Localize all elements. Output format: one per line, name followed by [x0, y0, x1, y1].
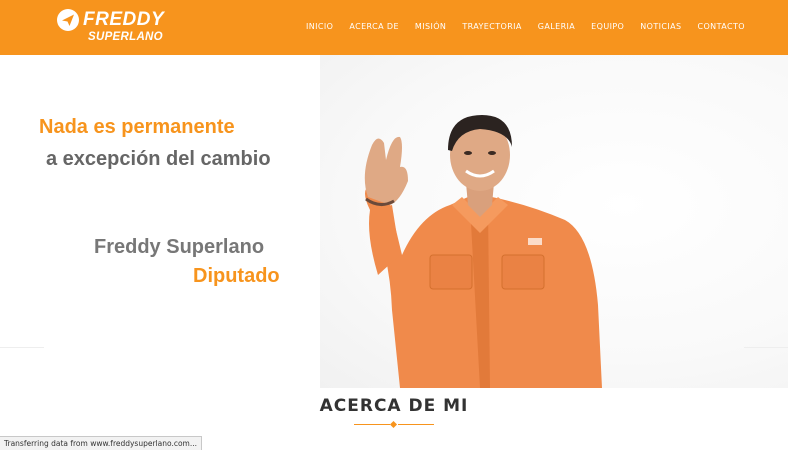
paper-plane-icon [57, 9, 79, 31]
site-logo[interactable]: FREDDY SUPERLANO [56, 8, 176, 46]
nav-item-galeria[interactable]: GALERIA [538, 22, 575, 32]
browser-status-bar: Transferring data from www.freddysuperla… [0, 436, 203, 450]
hero-name: Freddy Superlano [94, 236, 265, 258]
diamond-icon [389, 420, 398, 429]
logo-text-freddy: FREDDY [83, 9, 165, 30]
main-nav: INICIO ACERCA DE MISIÓN TRAYECTORIA GALE… [306, 22, 761, 32]
logo-text-superlano: SUPERLANO [88, 31, 163, 43]
nav-item-trayectoria[interactable]: TRAYECTORIA [462, 22, 521, 32]
nav-item-acerca-de[interactable]: ACERCA DE [349, 22, 399, 32]
section-title-about: ACERCA DE MI [319, 396, 469, 416]
nav-item-inicio[interactable]: INICIO [306, 22, 333, 32]
divider-line-right [398, 424, 434, 425]
nav-item-noticias[interactable]: NOTICIAS [640, 22, 681, 32]
divider-line-left [354, 424, 390, 425]
hero-tagline-primary: Nada es permanente [39, 116, 235, 138]
nav-item-contacto[interactable]: CONTACTO [698, 22, 745, 32]
nav-item-mision[interactable]: MISIÓN [415, 22, 446, 32]
nav-item-equipo[interactable]: EQUIPO [591, 22, 624, 32]
site-header: FREDDY SUPERLANO INICIO ACERCA DE MISIÓN… [0, 0, 788, 55]
hero-divider-left [0, 347, 44, 348]
section-title-divider [354, 420, 434, 429]
hero-divider-right [744, 347, 788, 348]
hero-person-photo [364, 115, 602, 388]
hero-role: Diputado [193, 265, 280, 287]
hero-tagline-secondary: a excepción del cambio [46, 148, 271, 170]
